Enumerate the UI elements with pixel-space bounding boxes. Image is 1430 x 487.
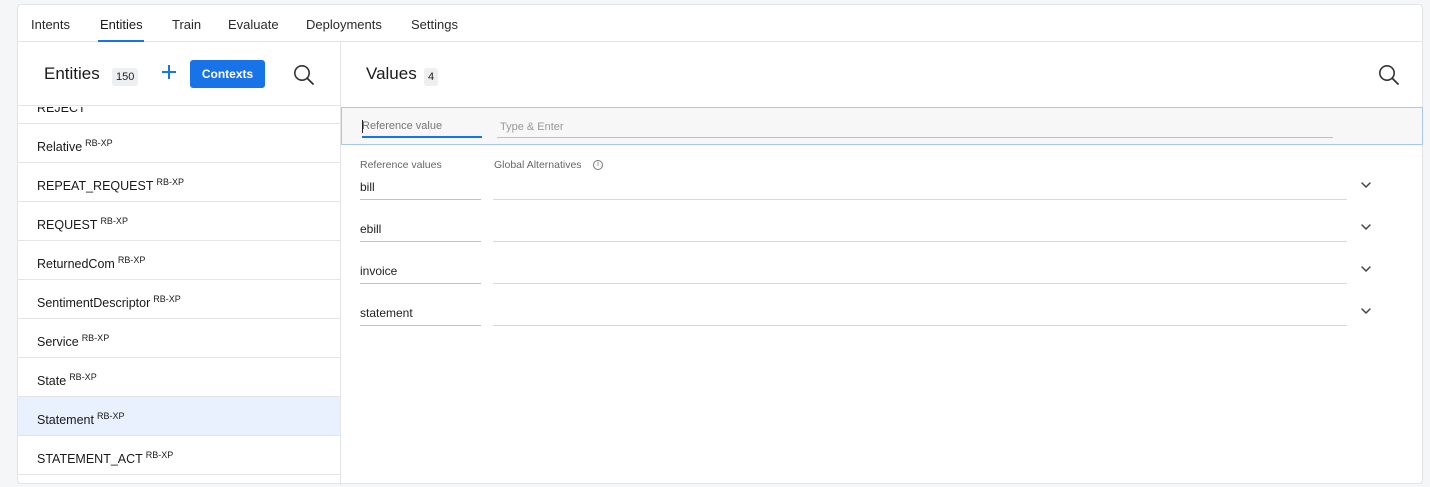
entity-list-item[interactable]: REQUEST RB-XP xyxy=(18,202,340,241)
value-row: invoice xyxy=(341,264,1422,306)
entity-name: STATEMENT_ACT RB-XP xyxy=(37,450,173,466)
values-search-icon[interactable] xyxy=(1378,64,1400,86)
values-panel: Values 4 Reference values Global Alterna… xyxy=(341,42,1423,485)
reference-value[interactable]: statement xyxy=(360,306,481,326)
entity-name: REJECTRB-XP xyxy=(37,107,116,115)
entity-name: ReturnedCom RB-XP xyxy=(37,255,145,271)
entity-list-item[interactable]: SentimentDescriptor RB-XP xyxy=(18,280,340,319)
entity-tag: RB-XP xyxy=(89,107,117,109)
contexts-button[interactable]: Contexts xyxy=(190,60,265,88)
entity-tag: RB-XP xyxy=(69,372,97,382)
entity-name: REPEAT_REQUEST RB-XP xyxy=(37,177,184,193)
entity-name: Statement RB-XP xyxy=(37,411,125,427)
tab-evaluate[interactable]: Evaluate xyxy=(228,17,279,32)
entity-list-item[interactable]: Relative RB-XP xyxy=(18,124,340,163)
entity-name-text: SentimentDescriptor xyxy=(37,296,151,311)
entity-name: Service RB-XP xyxy=(37,333,109,349)
reference-value[interactable]: ebill xyxy=(360,222,481,242)
entity-list-item[interactable]: STATEMENT_ACT RB-XP xyxy=(18,436,340,475)
entity-list-item[interactable]: ReturnedCom RB-XP xyxy=(18,241,340,280)
entity-tag: RB-XP xyxy=(117,255,146,265)
entities-search-icon[interactable] xyxy=(293,64,315,86)
entity-name-text: State xyxy=(37,374,67,389)
entity-name: State RB-XP xyxy=(37,372,97,388)
chevron-down-icon[interactable] xyxy=(1359,178,1373,192)
tab-settings[interactable]: Settings xyxy=(411,17,458,32)
entities-panel: Entities 150 Contexts REJECTRB-XPRelativ… xyxy=(18,42,341,485)
alternatives-input[interactable] xyxy=(497,116,1333,138)
value-row: statement xyxy=(341,306,1422,348)
tab-deployments[interactable]: Deployments xyxy=(306,17,382,32)
entity-name: SentimentDescriptor RB-XP xyxy=(37,294,181,310)
values-title: Values xyxy=(366,64,417,83)
entity-name-text: Relative xyxy=(37,140,83,155)
entity-name-text: REJECT xyxy=(37,107,86,116)
entities-list: REJECTRB-XPRelativeRB-XPREPEAT_REQUESTRB… xyxy=(18,107,340,487)
values-count-badge: 4 xyxy=(424,68,439,86)
entities-editor-frame: Intents Entities Train Evaluate Deployme… xyxy=(17,4,1423,485)
info-icon[interactable]: i xyxy=(593,160,603,170)
tab-entities[interactable]: Entities xyxy=(100,17,143,32)
global-alternatives-field[interactable] xyxy=(493,325,1347,326)
entity-name: Relative RB-XP xyxy=(37,138,113,154)
values-panel-header: Values 4 xyxy=(341,42,1422,106)
tab-train[interactable]: Train xyxy=(172,17,201,32)
entity-tag: RB-XP xyxy=(153,294,181,304)
add-entity-plus-icon[interactable] xyxy=(160,63,178,81)
entity-list-item[interactable]: REPEAT_REQUEST RB-XP xyxy=(18,163,340,202)
entity-tag: RB-XP xyxy=(81,333,110,343)
tab-intents[interactable]: Intents xyxy=(31,17,70,32)
reference-values-column-header: Reference values xyxy=(360,159,442,171)
new-value-input-row xyxy=(341,107,1423,145)
reference-value[interactable]: invoice xyxy=(360,264,481,284)
chevron-down-icon[interactable] xyxy=(1359,220,1373,234)
reference-value[interactable]: bill xyxy=(360,180,481,200)
reference-value-input[interactable] xyxy=(362,116,482,138)
value-row: ebill xyxy=(341,222,1422,264)
entity-list-item[interactable]: State RB-XP xyxy=(18,358,340,397)
entity-tag: RB-XP xyxy=(85,138,113,148)
entity-name-text: Statement xyxy=(37,413,94,428)
entity-tag: RB-XP xyxy=(156,177,184,187)
entity-list-item[interactable]: REJECTRB-XP xyxy=(18,107,340,124)
text-caret xyxy=(362,120,363,133)
entity-name-text: REQUEST xyxy=(37,218,98,233)
global-alternatives-field[interactable] xyxy=(493,283,1347,284)
entity-tag: RB-XP xyxy=(96,411,125,421)
entities-title: Entities xyxy=(44,64,100,83)
global-alternatives-field[interactable] xyxy=(493,241,1347,242)
global-alternatives-column-header: Global Alternatives xyxy=(494,159,582,171)
entity-name-text: ReturnedCom xyxy=(37,257,115,272)
entity-list-item[interactable]: Service RB-XP xyxy=(18,319,340,358)
top-tab-bar: Intents Entities Train Evaluate Deployme… xyxy=(18,5,1422,42)
entity-tag: RB-XP xyxy=(145,450,174,460)
entity-list-item[interactable]: Statement RB-XP xyxy=(18,397,340,436)
entity-name-text: REPEAT_REQUEST xyxy=(37,179,154,194)
entities-count-badge: 150 xyxy=(112,68,139,86)
entity-tag: RB-XP xyxy=(100,216,128,226)
entity-name-text: Service xyxy=(37,335,79,350)
entity-name-text: STATEMENT_ACT xyxy=(37,452,143,467)
entity-name: REQUEST RB-XP xyxy=(37,216,128,232)
chevron-down-icon[interactable] xyxy=(1359,304,1373,318)
global-alternatives-field[interactable] xyxy=(493,199,1347,200)
chevron-down-icon[interactable] xyxy=(1359,262,1373,276)
value-row: bill xyxy=(341,180,1422,222)
entities-panel-header: Entities 150 Contexts xyxy=(18,42,340,106)
